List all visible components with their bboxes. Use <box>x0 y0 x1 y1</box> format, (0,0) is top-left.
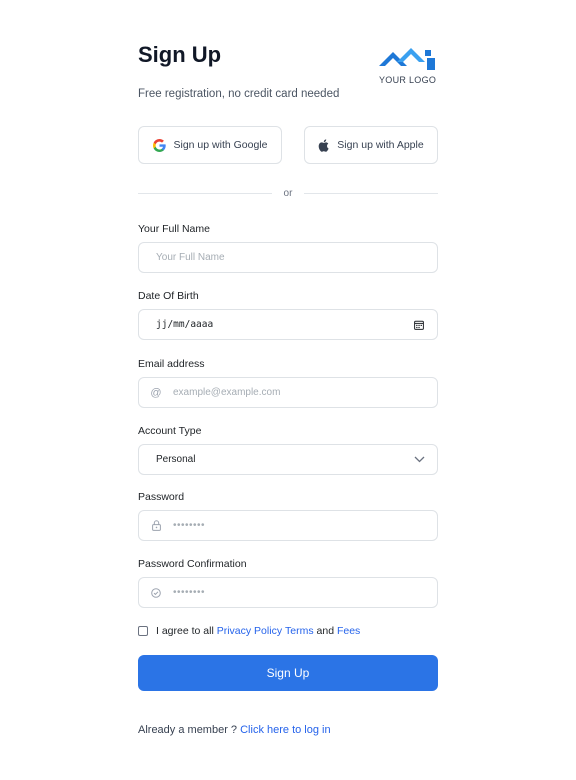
terms-agreement: I agree to all Privacy Policy Terms and … <box>138 624 360 638</box>
divider-line <box>304 192 438 194</box>
logo-text: YOUR LOGO <box>379 75 437 85</box>
at-icon: @ <box>150 386 162 399</box>
account-type-selected: Personal <box>156 454 196 465</box>
google-icon <box>152 138 166 152</box>
privacy-policy-link[interactable]: Privacy Policy <box>217 625 282 637</box>
agree-and: and <box>316 625 335 637</box>
email-label: Email address <box>138 358 205 370</box>
password-confirmation-input[interactable] <box>173 578 437 607</box>
full-name-input[interactable] <box>139 243 437 272</box>
apple-icon <box>318 138 329 152</box>
account-type-select[interactable]: Personal <box>138 444 438 475</box>
divider-text: or <box>283 187 293 199</box>
login-link[interactable]: Click here to log in <box>240 724 331 736</box>
logo: YOUR LOGO <box>376 46 442 88</box>
password-confirmation-field-wrapper <box>138 577 438 608</box>
full-name-field-wrapper <box>138 242 438 273</box>
google-signup-button[interactable]: Sign up with Google <box>138 126 282 164</box>
dob-input[interactable]: jj/mm/aaaa <box>138 309 438 340</box>
dob-label: Date Of Birth <box>138 290 199 302</box>
page-subtitle: Free registration, no credit card needed <box>138 88 340 100</box>
agree-prefix: I agree to all <box>156 625 214 637</box>
logo-mark-icon <box>379 48 435 70</box>
terms-link[interactable]: Terms <box>285 625 314 637</box>
or-divider: or <box>138 186 438 200</box>
chevron-down-icon <box>401 456 437 463</box>
password-input[interactable] <box>173 511 437 540</box>
calendar-icon[interactable] <box>401 320 437 330</box>
password-label: Password <box>138 491 185 503</box>
lock-icon <box>139 520 173 531</box>
login-prompt-text: Already a member ? <box>138 724 238 736</box>
full-name-label: Your Full Name <box>138 223 210 235</box>
password-confirmation-label: Password Confirmation <box>138 558 247 570</box>
page-title: Sign Up <box>138 42 222 67</box>
sign-up-button[interactable]: Sign Up <box>138 655 438 691</box>
check-circle-icon <box>139 587 173 598</box>
terms-checkbox[interactable] <box>138 626 148 636</box>
dob-value: jj/mm/aaaa <box>156 319 214 330</box>
divider-line <box>138 192 272 194</box>
email-input[interactable] <box>173 378 437 407</box>
apple-signup-button[interactable]: Sign up with Apple <box>304 126 438 164</box>
apple-signup-label: Sign up with Apple <box>337 139 424 151</box>
password-field-wrapper <box>138 510 438 541</box>
account-type-label: Account Type <box>138 425 202 437</box>
google-signup-label: Sign up with Google <box>173 139 268 151</box>
fees-link[interactable]: Fees <box>337 625 360 637</box>
email-field-wrapper: @ <box>138 377 438 408</box>
login-prompt: Already a member ? Click here to log in <box>138 724 331 736</box>
